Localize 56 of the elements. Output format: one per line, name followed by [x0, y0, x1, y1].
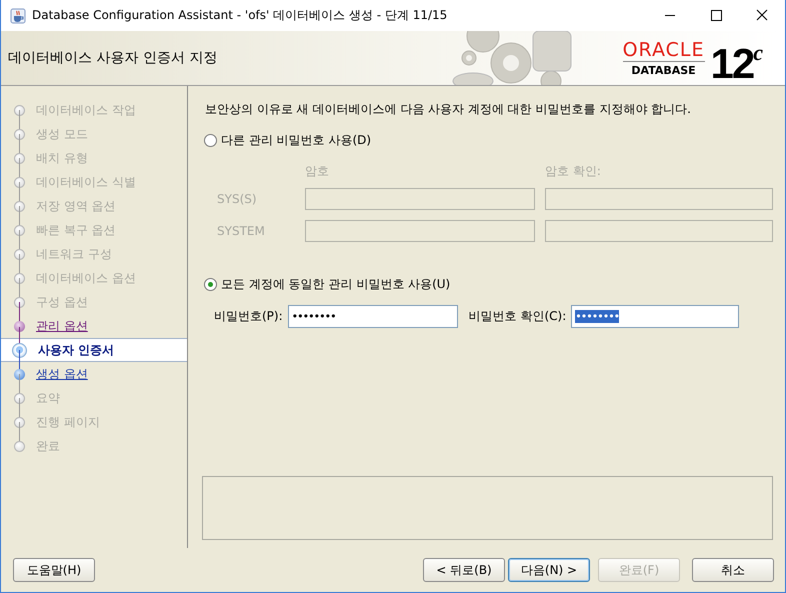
step-dot	[12, 342, 27, 358]
cup-icon	[10, 8, 26, 24]
radio-label[interactable]: 모든 계정에 동일한 관리 비밀번호 사용(U)	[221, 276, 450, 293]
window-title: Database Configuration Assistant - 'ofs' 데이터베이스 생성 - 단계 11/15	[32, 7, 448, 24]
dialog-button[interactable]: 취소	[692, 558, 774, 582]
field-label: 비밀번호 확인(C):	[468, 308, 566, 325]
confirm-field[interactable]	[545, 220, 773, 242]
step-dot	[14, 224, 25, 236]
step-dot	[14, 296, 25, 308]
step-dot	[14, 392, 25, 404]
step-dot	[14, 416, 25, 428]
password-field[interactable]	[305, 220, 535, 242]
step-dot	[14, 200, 25, 212]
field-label: 비밀번호(P):	[214, 308, 283, 325]
password-field[interactable]: ••••••••	[288, 305, 458, 328]
radio-button[interactable]	[204, 278, 217, 291]
account-label: SYSTEM	[217, 224, 266, 238]
radio-button[interactable]	[204, 134, 217, 147]
dialog-button[interactable]: 다음(N) >	[508, 558, 590, 582]
step-dot	[14, 320, 25, 332]
step-item: 생성 모드	[36, 126, 88, 142]
radio-label[interactable]: 다른 관리 비밀번호 사용(D)	[221, 132, 372, 149]
step-dot	[14, 248, 25, 260]
step-dot	[14, 104, 25, 116]
step-dot	[14, 272, 25, 284]
step-dot	[14, 128, 25, 140]
step-item: 구성 옵션	[36, 294, 88, 310]
column-label: 암호 확인:	[545, 163, 602, 180]
dialog-button[interactable]: < 뒤로(B)	[423, 558, 505, 582]
step-item: 진행 페이지	[36, 414, 100, 430]
step-dot	[14, 176, 25, 188]
account-label: SYS(S)	[217, 192, 258, 206]
step-item: 데이터베이스 식별	[36, 174, 136, 190]
instruction-text: 보안상의 이유로 새 데이터베이스에 다음 사용자 계정에 대한 비밀번호를 지정해야 합니다.	[205, 101, 692, 118]
logo-version: 12$^{c}$	[710, 38, 763, 86]
step-dot	[14, 440, 25, 452]
step-item[interactable]: 생성 옵션	[36, 366, 88, 382]
step-item: 배치 유형	[36, 150, 88, 166]
page-heading: 데이터베이스 사용자 인증서 지정	[8, 49, 218, 67]
step-item: 저장 영역 옵션	[36, 198, 116, 214]
step-item: 빠른 복구 옵션	[36, 222, 116, 238]
logo-brand: ORACLE	[622, 39, 705, 62]
step-dot	[14, 152, 25, 164]
step-dot	[14, 368, 25, 380]
step-item: 완료	[36, 438, 60, 454]
column-label: 암호	[305, 163, 330, 180]
password-field[interactable]: ••••••••	[571, 305, 740, 328]
confirm-field[interactable]	[545, 188, 773, 210]
step-item: 데이터베이스 작업	[36, 102, 136, 118]
step-item: 데이터베이스 옵션	[36, 270, 136, 286]
help-button[interactable]: 도움말(H)	[13, 558, 95, 582]
password-field[interactable]	[305, 188, 535, 210]
step-item: 네트워크 구성	[36, 246, 112, 262]
logo-product: DATABASE	[631, 64, 696, 77]
step-item[interactable]: 관리 옵션	[36, 318, 88, 334]
step-item: 요약	[36, 390, 60, 406]
